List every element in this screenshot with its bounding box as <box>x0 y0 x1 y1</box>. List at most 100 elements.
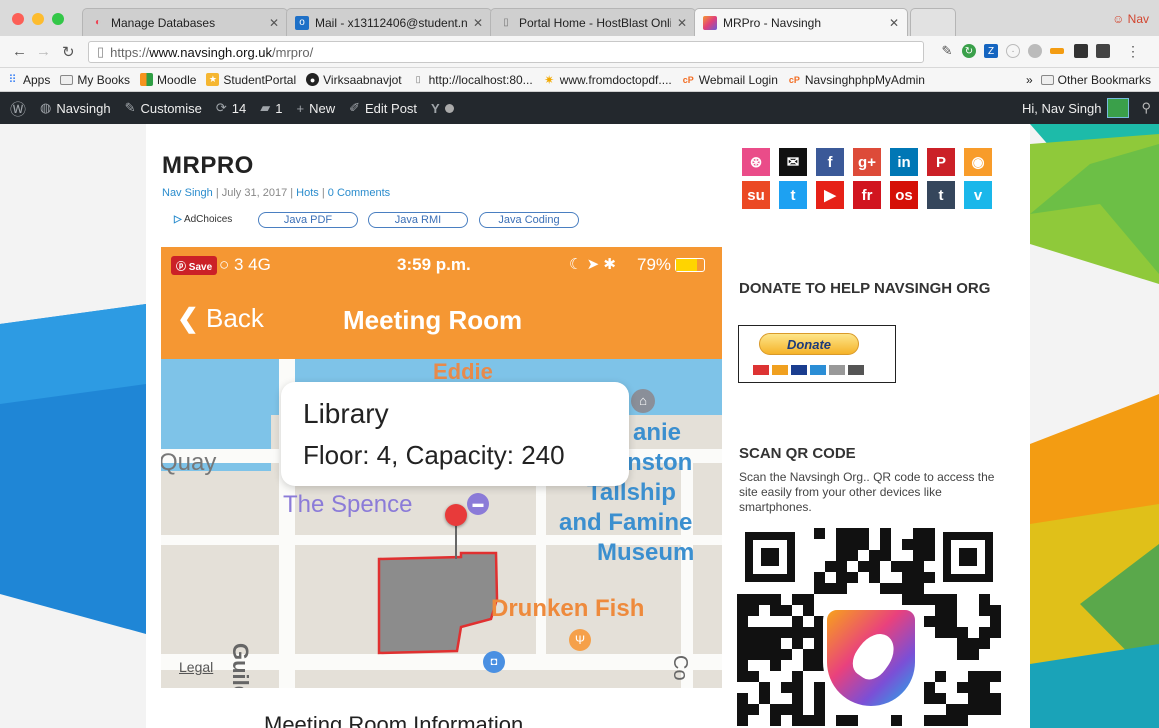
close-tab-icon[interactable]: ✕ <box>677 16 687 30</box>
post-category-link[interactable]: Hots <box>296 187 319 199</box>
map-view[interactable]: Eddie ⌂ Quay anie nston Tallship and Fam… <box>161 359 722 688</box>
vimeo-icon[interactable]: v <box>964 181 992 209</box>
donate-button[interactable]: Donate <box>759 333 859 355</box>
reload-icon[interactable]: ↻ <box>62 43 75 61</box>
adchoices-icon: ▷ <box>174 214 182 225</box>
callout-detail: Floor: 4, Capacity: 240 <box>303 440 565 470</box>
zoom-window-button[interactable] <box>52 13 64 25</box>
admin-new[interactable]: + New <box>297 101 336 116</box>
admin-updates[interactable]: ⟳ 14 <box>216 100 246 116</box>
email-icon[interactable]: ✉ <box>779 148 807 176</box>
qr-module <box>847 550 858 561</box>
youtube-icon[interactable]: ▶ <box>816 181 844 209</box>
tumblr-icon[interactable]: t <box>927 181 955 209</box>
tab-mrpro[interactable]: MRPro - Navsingh ✕ <box>694 8 908 36</box>
stumbleupon-icon[interactable]: su <box>742 181 770 209</box>
page-icon: ▯ <box>503 17 509 28</box>
bookmark-localhost[interactable]: ▯ http://localhost:80... <box>412 73 533 87</box>
search-icon[interactable]: ⚲ <box>1141 100 1151 116</box>
qr-module <box>880 550 891 561</box>
flickr-icon[interactable]: fr <box>853 181 881 209</box>
rss-icon[interactable]: ◉ <box>964 148 992 176</box>
dribbble-icon[interactable]: ⊛ <box>742 148 770 176</box>
admin-customise[interactable]: ✎ Customise <box>125 100 202 116</box>
close-tab-icon[interactable]: ✕ <box>473 16 483 30</box>
cpanel-icon: cP <box>682 74 694 85</box>
close-tab-icon[interactable]: ✕ <box>889 16 899 30</box>
tab-mail[interactable]: o Mail - x13112406@student.nci ✕ <box>286 8 492 36</box>
qr-module <box>737 649 748 660</box>
circle-extension-icon[interactable]: · <box>1006 44 1020 58</box>
updates-icon: ⟳ <box>215 100 227 115</box>
wordpress-logo-icon[interactable]: Ⓦ <box>10 96 26 120</box>
map-callout[interactable]: Library Floor: 4, Capacity: 240 <box>281 382 629 486</box>
qr-description: Scan the Navsingh Org.. QR code to acces… <box>739 470 995 514</box>
bookmark-virksaabnavjot[interactable]: ● Virksaabnavjot <box>306 73 402 87</box>
qr-module <box>814 682 825 693</box>
tab-portal-home[interactable]: ▯ Portal Home - HostBlast Online ✕ <box>490 8 696 36</box>
qr-module <box>737 715 748 726</box>
twitter-icon[interactable]: t <box>779 181 807 209</box>
bookmark-moodle[interactable]: Moodle <box>140 73 196 87</box>
qr-module <box>979 594 990 605</box>
apps-grid-icon: ⠿ <box>8 74 17 86</box>
bookmark-phpmyadmin[interactable]: cP NavsinghphpMyAdmin <box>788 73 925 87</box>
qr-module <box>748 704 759 715</box>
folder-icon <box>60 74 74 85</box>
adchoices-link[interactable]: ▷ AdChoices <box>174 214 232 225</box>
z-extension-icon[interactable]: Z <box>984 44 998 58</box>
ad-link-java-rmi[interactable]: Java RMI <box>368 212 468 228</box>
admin-comments[interactable]: ▰ 1 <box>260 100 282 116</box>
tab-manage-databases[interactable]: ◐ Manage Databases ✕ <box>82 8 288 36</box>
pocket-extension-icon[interactable] <box>1050 48 1064 54</box>
qr-module <box>836 572 847 583</box>
refresh-extension-icon[interactable]: ↻ <box>962 44 976 58</box>
maestro-card-icon <box>753 365 769 375</box>
bookmark-other[interactable]: » Other Bookmarks <box>1026 73 1151 87</box>
window-extension-icon[interactable] <box>1096 44 1110 58</box>
linkedin-icon[interactable]: in <box>890 148 918 176</box>
minimize-window-button[interactable] <box>32 13 44 25</box>
film-extension-icon[interactable] <box>1074 44 1088 58</box>
post-author-link[interactable]: Nav Singh <box>162 187 213 199</box>
status-icons: ☾ ➤ ✱ <box>569 256 616 273</box>
pinterest-save-button[interactable]: ⓟ Save <box>171 256 218 275</box>
ad-link-java-pdf[interactable]: Java PDF <box>258 212 358 228</box>
ad-link-java-coding[interactable]: Java Coding <box>479 212 579 228</box>
bookmark-student-portal[interactable]: ★ StudentPortal <box>206 73 296 87</box>
bookmark-my-books[interactable]: My Books <box>60 73 130 87</box>
tab-title: Manage Databases <box>111 15 216 30</box>
qr-module <box>880 528 891 539</box>
map-label-drunken-fish: Drunken Fish <box>491 595 645 622</box>
qr-module <box>946 594 957 605</box>
google-plus-icon[interactable]: g+ <box>853 148 881 176</box>
new-tab-button[interactable] <box>910 8 956 36</box>
bookmark-webmail-login[interactable]: cP Webmail Login <box>682 73 778 87</box>
bookmark-apps[interactable]: ⠿ Apps <box>6 73 50 87</box>
qr-module <box>924 572 935 583</box>
map-legal-link[interactable]: Legal <box>179 659 213 675</box>
qr-module <box>924 682 935 693</box>
admin-account[interactable]: Hi, Nav Singh ⚲ <box>1022 92 1151 124</box>
yoast-seo-icon[interactable]: Y <box>431 101 454 116</box>
forward-arrow-icon[interactable]: → <box>36 43 51 60</box>
qr-module <box>737 671 748 682</box>
admin-edit-post[interactable]: ✐ Edit Post <box>349 100 417 116</box>
ghost-extension-icon[interactable] <box>1028 44 1042 58</box>
menu-icon[interactable]: ⋮ <box>1126 43 1140 60</box>
close-window-button[interactable] <box>12 13 24 25</box>
facebook-icon[interactable]: f <box>816 148 844 176</box>
eyedropper-extension-icon[interactable]: ✎ <box>940 43 954 58</box>
admin-site-name[interactable]: ◍ Navsingh <box>40 100 111 116</box>
bookmark-fromdoctopdf[interactable]: ✷ www.fromdoctopdf.... <box>543 73 672 87</box>
post-comments-link[interactable]: 0 Comments <box>328 187 390 199</box>
lastfm-icon[interactable]: os <box>890 181 918 209</box>
qr-module <box>814 693 825 704</box>
back-button[interactable]: ❮ Back <box>177 303 264 334</box>
close-tab-icon[interactable]: ✕ <box>269 16 279 30</box>
pinterest-icon[interactable]: P <box>927 148 955 176</box>
back-arrow-icon[interactable]: ← <box>12 43 27 60</box>
url-field[interactable]: ▯ https://www.navsingh.org.uk/mrpro/ <box>88 41 924 63</box>
profile-button[interactable]: ☺ Nav <box>1112 12 1149 26</box>
qr-module <box>935 693 946 704</box>
